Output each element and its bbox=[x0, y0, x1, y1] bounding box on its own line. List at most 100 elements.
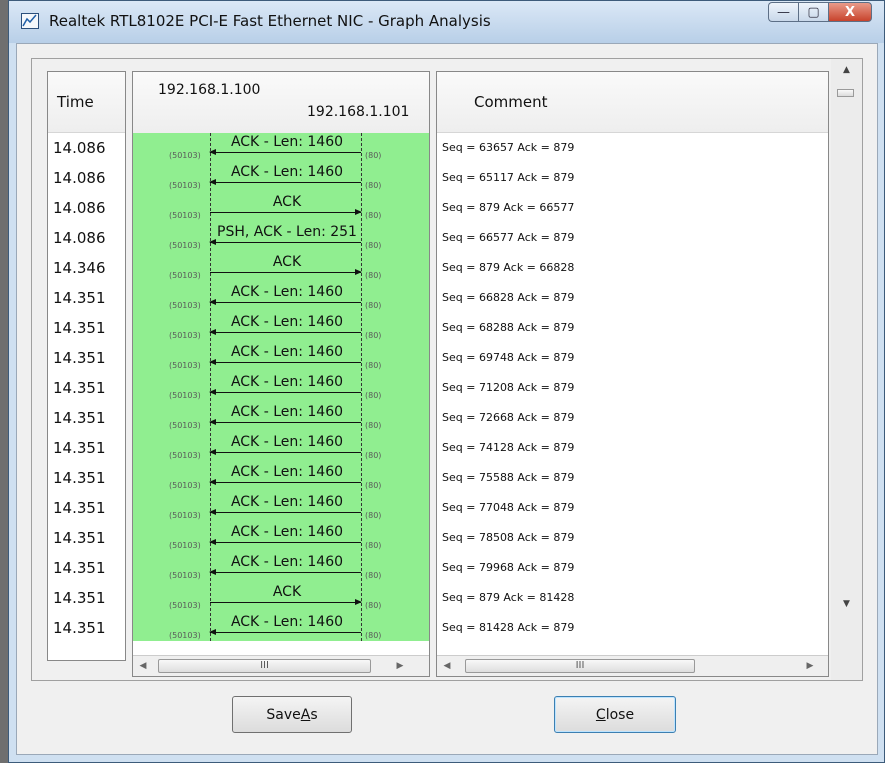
flow-row[interactable]: ACK - Len: 1460 (50103) (80) bbox=[133, 463, 429, 493]
comment-cell: Seq = 69748 Ack = 879 bbox=[442, 351, 575, 364]
destination-port-label: (80) bbox=[365, 151, 382, 160]
destination-port-label: (80) bbox=[365, 571, 382, 580]
scroll-right-icon[interactable]: ▶ bbox=[390, 661, 410, 671]
source-port-label: (50103) bbox=[169, 451, 201, 460]
source-port-label: (50103) bbox=[169, 271, 201, 280]
arrow-left-icon bbox=[209, 149, 361, 155]
packet-label: ACK - Len: 1460 bbox=[230, 284, 344, 300]
time-cell: 14.351 bbox=[53, 619, 106, 637]
destination-port-label: (80) bbox=[365, 601, 382, 610]
source-port-label: (50103) bbox=[169, 211, 201, 220]
scroll-down-icon[interactable]: ▼ bbox=[831, 599, 862, 609]
time-cell: 14.086 bbox=[53, 199, 106, 217]
save-as-mnemonic: A bbox=[300, 706, 311, 723]
vertical-scrollbar-thumb[interactable] bbox=[837, 89, 854, 97]
time-cell: 14.351 bbox=[53, 469, 106, 487]
comment-cell: Seq = 75588 Ack = 879 bbox=[442, 471, 575, 484]
arrow-left-icon bbox=[209, 539, 361, 545]
flow-row[interactable]: ACK - Len: 1460 (50103) (80) bbox=[133, 553, 429, 583]
packet-label: ACK - Len: 1460 bbox=[230, 314, 344, 330]
close-window-button[interactable]: X bbox=[828, 2, 872, 22]
source-port-label: (50103) bbox=[169, 181, 201, 190]
flow-row[interactable]: ACK - Len: 1460 (50103) (80) bbox=[133, 373, 429, 403]
maximize-button[interactable]: ▢ bbox=[798, 2, 828, 22]
arrow-left-icon bbox=[209, 509, 361, 515]
comment-cell: Seq = 63657 Ack = 879 bbox=[442, 141, 575, 154]
flow-row[interactable]: ACK (50103) (80) bbox=[133, 583, 429, 613]
title-bar[interactable]: Realtek RTL8102E PCI-E Fast Ethernet NIC… bbox=[9, 1, 884, 43]
flow-row[interactable]: ACK - Len: 1460 (50103) (80) bbox=[133, 343, 429, 373]
window-controls: — ▢ X bbox=[768, 2, 872, 22]
comment-column: Comment Seq = 63657 Ack = 879 Seq = 65117… bbox=[436, 71, 829, 677]
packet-label: ACK bbox=[272, 254, 302, 270]
packet-label: ACK - Len: 1460 bbox=[230, 404, 344, 420]
flow-row[interactable]: ACK - Len: 1460 (50103) (80) bbox=[133, 133, 429, 163]
flow-row[interactable]: ACK - Len: 1460 (50103) (80) bbox=[133, 403, 429, 433]
time-cell: 14.351 bbox=[53, 529, 106, 547]
scroll-up-icon[interactable]: ▲ bbox=[831, 65, 862, 75]
arrow-left-icon bbox=[209, 479, 361, 485]
flow-row[interactable]: ACK (50103) (80) bbox=[133, 253, 429, 283]
flow-row[interactable]: ACK (50103) (80) bbox=[133, 193, 429, 223]
flow-row[interactable]: ACK - Len: 1460 (50103) (80) bbox=[133, 283, 429, 313]
save-as-button[interactable]: Save As bbox=[232, 696, 352, 733]
flow-row[interactable]: PSH, ACK - Len: 251 (50103) (80) bbox=[133, 223, 429, 253]
scroll-left-icon[interactable]: ◀ bbox=[437, 661, 457, 671]
flow-row[interactable]: ACK - Len: 1460 (50103) (80) bbox=[133, 523, 429, 553]
destination-port-label: (80) bbox=[365, 631, 382, 640]
time-cell: 14.346 bbox=[53, 259, 106, 277]
flow-graph-area[interactable]: ACK - Len: 1460 (50103) (80) ACK - Len: 146… bbox=[133, 133, 429, 641]
destination-port-label: (80) bbox=[365, 541, 382, 550]
flow-row[interactable]: ACK - Len: 1460 (50103) (80) bbox=[133, 313, 429, 343]
comment-cell: Seq = 78508 Ack = 879 bbox=[442, 531, 575, 544]
comment-cell: Seq = 66577 Ack = 879 bbox=[442, 231, 575, 244]
vertical-scrollbar[interactable]: ▲ ▼ bbox=[831, 59, 862, 680]
scroll-right-icon[interactable]: ▶ bbox=[800, 661, 820, 671]
source-port-label: (50103) bbox=[169, 151, 201, 160]
packet-label: PSH, ACK - Len: 251 bbox=[217, 224, 357, 240]
flow-row[interactable]: ACK - Len: 1460 (50103) (80) bbox=[133, 433, 429, 463]
packet-label: ACK - Len: 1460 bbox=[230, 554, 344, 570]
destination-port-label: (80) bbox=[365, 481, 382, 490]
destination-port-label: (80) bbox=[365, 271, 382, 280]
scrollbar-thumb[interactable]: III bbox=[158, 659, 371, 673]
time-cell: 14.086 bbox=[53, 169, 106, 187]
graph-header: 192.168.1.100 192.168.1.101 bbox=[133, 72, 429, 134]
arrow-left-icon bbox=[209, 299, 361, 305]
source-port-label: (50103) bbox=[169, 571, 201, 580]
destination-host-label: 192.168.1.101 bbox=[307, 104, 410, 120]
source-port-label: (50103) bbox=[169, 601, 201, 610]
time-cell: 14.351 bbox=[53, 499, 106, 517]
destination-port-label: (80) bbox=[365, 511, 382, 520]
arrow-left-icon bbox=[209, 359, 361, 365]
comment-cell: Seq = 66828 Ack = 879 bbox=[442, 291, 575, 304]
dialog-client-area: Time 14.086 14.086 14.086 14.086 14.346 14.35… bbox=[16, 43, 878, 755]
comment-cell: Seq = 72668 Ack = 879 bbox=[442, 411, 575, 424]
flow-row[interactable]: ACK - Len: 1460 (50103) (80) bbox=[133, 163, 429, 193]
flow-row[interactable]: ACK - Len: 1460 (50103) (80) bbox=[133, 493, 429, 523]
flow-row[interactable]: ACK - Len: 1460 (50103) (80) bbox=[133, 613, 429, 643]
arrow-right-icon bbox=[210, 209, 362, 215]
close-button[interactable]: Close bbox=[554, 696, 676, 733]
source-port-label: (50103) bbox=[169, 361, 201, 370]
arrow-left-icon bbox=[209, 629, 361, 635]
packet-label: ACK - Len: 1460 bbox=[230, 434, 344, 450]
comment-cell: Seq = 74128 Ack = 879 bbox=[442, 441, 575, 454]
time-cell: 14.351 bbox=[53, 379, 106, 397]
comment-horizontal-scrollbar[interactable]: ◀ III ▶ bbox=[437, 655, 828, 676]
time-cell: 14.351 bbox=[53, 409, 106, 427]
time-cell: 14.351 bbox=[53, 439, 106, 457]
scrollbar-thumb[interactable]: III bbox=[465, 659, 695, 673]
minimize-button[interactable]: — bbox=[768, 2, 798, 22]
graph-horizontal-scrollbar[interactable]: ◀ III ▶ bbox=[133, 655, 429, 676]
arrow-left-icon bbox=[209, 179, 361, 185]
time-cell: 14.351 bbox=[53, 289, 106, 307]
packet-label: ACK - Len: 1460 bbox=[230, 614, 344, 630]
graph-panel: Time 14.086 14.086 14.086 14.086 14.346 14.35… bbox=[31, 58, 863, 681]
packet-label: ACK - Len: 1460 bbox=[230, 134, 344, 150]
save-as-label-start: Save bbox=[266, 706, 301, 723]
comment-cell: Seq = 879 Ack = 66577 bbox=[442, 201, 575, 214]
time-cell: 14.351 bbox=[53, 589, 106, 607]
scroll-left-icon[interactable]: ◀ bbox=[133, 661, 153, 671]
source-port-label: (50103) bbox=[169, 241, 201, 250]
